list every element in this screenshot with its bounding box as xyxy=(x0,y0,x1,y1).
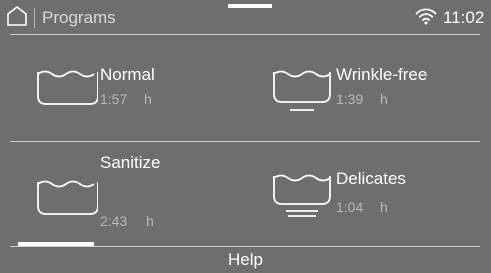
wash-tub-icon xyxy=(37,180,98,215)
program-wrinkle-free[interactable]: Wrinkle-free 1:39 h xyxy=(250,40,480,136)
program-duration: 1:39 xyxy=(336,91,364,107)
divider-middle xyxy=(10,141,480,142)
program-duration: 2:43 xyxy=(100,213,128,229)
program-name: Wrinkle-free xyxy=(336,65,428,84)
wash-tub-icon xyxy=(37,70,98,105)
washer-display: Programs 11:02 Normal 1:57 h Wrinkle-fre… xyxy=(0,0,491,273)
program-duration-unit: h xyxy=(380,199,388,215)
top-page-indicator xyxy=(228,4,272,8)
home-icon[interactable] xyxy=(6,5,28,27)
page-title: Programs xyxy=(42,8,116,27)
title-divider xyxy=(34,8,35,28)
divider-top xyxy=(10,34,480,35)
help-button[interactable]: Help xyxy=(0,247,491,273)
wifi-icon xyxy=(415,8,437,25)
wash-tub-one-line-icon xyxy=(273,70,331,111)
program-name: Normal xyxy=(100,65,155,84)
status-bar: Programs 11:02 xyxy=(0,0,491,34)
program-sanitize[interactable]: Sanitize 2:43 h xyxy=(10,146,240,242)
program-duration-unit: h xyxy=(144,91,152,107)
program-duration-unit: h xyxy=(380,91,388,107)
program-name: Sanitize xyxy=(100,153,161,172)
program-duration: 1:04 xyxy=(336,199,364,215)
program-duration: 1:57 xyxy=(100,91,128,107)
program-normal[interactable]: Normal 1:57 h xyxy=(10,40,240,136)
program-duration-unit: h xyxy=(146,213,154,229)
program-name: Delicates xyxy=(336,169,406,188)
clock: 11:02 xyxy=(443,8,485,27)
wash-tub-two-lines-icon xyxy=(273,174,331,217)
program-delicates[interactable]: Delicates 1:04 h xyxy=(250,146,480,242)
